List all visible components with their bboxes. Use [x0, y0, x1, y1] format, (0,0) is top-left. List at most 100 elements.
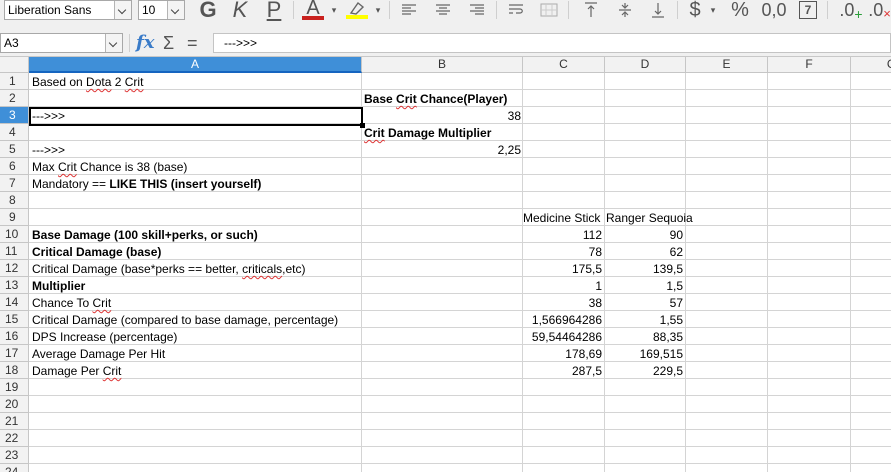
- cell-A12[interactable]: Critical Damage (base*perks == better, c…: [30, 261, 307, 278]
- row-header-24[interactable]: 24: [0, 464, 29, 472]
- row-header-1[interactable]: 1: [0, 73, 29, 90]
- row-header-18[interactable]: 18: [0, 362, 29, 379]
- row-header-7[interactable]: 7: [0, 175, 29, 192]
- number-format-button[interactable]: 0,0: [759, 0, 789, 20]
- column-header-a[interactable]: A: [29, 57, 362, 73]
- chevron-down-icon[interactable]: [167, 1, 184, 19]
- row-header-9[interactable]: 9: [0, 209, 29, 226]
- currency-format-button[interactable]: $: [684, 0, 706, 20]
- row-header-2[interactable]: 2: [0, 90, 29, 107]
- cell-D18[interactable]: 229,5: [605, 363, 685, 380]
- currency-dropdown[interactable]: ▾: [708, 0, 718, 20]
- row-header-20[interactable]: 20: [0, 396, 29, 413]
- cell-D11[interactable]: 62: [605, 244, 685, 261]
- add-decimal-button[interactable]: .0 +: [836, 0, 866, 22]
- cell-A18[interactable]: Damage Per Crit: [30, 363, 123, 380]
- column-header-b[interactable]: B: [362, 57, 523, 73]
- row-header-5[interactable]: 5: [0, 141, 29, 158]
- cell-C12[interactable]: 175,5: [523, 261, 604, 278]
- cell-D14[interactable]: 57: [605, 295, 685, 312]
- cell-C14[interactable]: 38: [523, 295, 604, 312]
- cell-D12[interactable]: 139,5: [605, 261, 685, 278]
- spreadsheet-grid[interactable]: ABCDEFG 12345678910111213141516171819202…: [0, 57, 891, 472]
- chevron-down-icon[interactable]: [114, 1, 131, 19]
- merge-cells-button[interactable]: [538, 0, 560, 20]
- cell-B4[interactable]: Crit Damage Multiplier: [362, 125, 493, 142]
- cell-D13[interactable]: 1,5: [605, 278, 685, 295]
- row-header-16[interactable]: 16: [0, 328, 29, 345]
- cell-B5[interactable]: 2,25: [362, 142, 523, 159]
- cell-B3[interactable]: 38: [362, 108, 523, 125]
- row-header-10[interactable]: 10: [0, 226, 29, 243]
- sum-button[interactable]: Σ: [163, 33, 174, 53]
- cell-A13[interactable]: Multiplier: [30, 278, 87, 295]
- cell-D16[interactable]: 88,35: [605, 329, 685, 346]
- align-right-button[interactable]: [466, 0, 488, 20]
- center-vertically-button[interactable]: [614, 0, 636, 20]
- cell-A1[interactable]: Based on Dota 2 Crit: [30, 74, 145, 91]
- column-header-f[interactable]: F: [768, 57, 851, 73]
- cell-A6[interactable]: Max Crit Chance is 38 (base): [30, 159, 189, 176]
- cell-A15[interactable]: Critical Damage (compared to base damage…: [30, 312, 340, 329]
- column-header-g[interactable]: G: [851, 57, 891, 73]
- cell-A7[interactable]: Mandatory == LIKE THIS (insert yourself): [30, 176, 263, 193]
- cell-C11[interactable]: 78: [523, 244, 604, 261]
- italic-button[interactable]: K: [228, 0, 252, 21]
- cell-A5[interactable]: --->>>: [30, 142, 67, 159]
- cell-C17[interactable]: 178,69: [523, 346, 604, 363]
- row-header-11[interactable]: 11: [0, 243, 29, 260]
- cell-A11[interactable]: Critical Damage (base): [30, 244, 163, 261]
- select-all-corner[interactable]: [0, 57, 29, 73]
- formula-input[interactable]: --->>>: [213, 33, 891, 53]
- row-header-17[interactable]: 17: [0, 345, 29, 362]
- formula-button[interactable]: =: [187, 33, 198, 53]
- bold-button[interactable]: G: [196, 0, 220, 21]
- highlight-button[interactable]: [344, 0, 370, 20]
- cell-D15[interactable]: 1,55: [605, 312, 685, 329]
- row-header-12[interactable]: 12: [0, 260, 29, 277]
- cell-C9[interactable]: Medicine Stick: [521, 210, 605, 227]
- row-header-21[interactable]: 21: [0, 413, 29, 430]
- row-header-8[interactable]: 8: [0, 192, 29, 209]
- cell-C16[interactable]: 59,54464286: [523, 329, 604, 346]
- name-box[interactable]: A3: [0, 33, 123, 53]
- column-header-d[interactable]: D: [605, 57, 686, 73]
- align-top-button[interactable]: [580, 0, 602, 20]
- font-color-dropdown[interactable]: ▾: [329, 0, 339, 20]
- function-wizard-button[interactable]: fx: [136, 33, 154, 53]
- cell-A16[interactable]: DPS Increase (percentage): [30, 329, 179, 346]
- cell-A14[interactable]: Chance To Crit: [30, 295, 113, 312]
- align-bottom-button[interactable]: [647, 0, 669, 20]
- cell-D10[interactable]: 90: [605, 227, 685, 244]
- row-header-14[interactable]: 14: [0, 294, 29, 311]
- row-header-4[interactable]: 4: [0, 124, 29, 141]
- row-header-6[interactable]: 6: [0, 158, 29, 175]
- delete-decimal-button[interactable]: .0 ×: [868, 0, 891, 20]
- underline-button[interactable]: P: [262, 0, 286, 21]
- font-size-combo[interactable]: 10: [138, 0, 185, 20]
- percent-format-button[interactable]: %: [728, 0, 752, 20]
- cell-A17[interactable]: Average Damage Per Hit: [30, 346, 167, 363]
- cell-C13[interactable]: 1: [523, 278, 604, 295]
- cell-D17[interactable]: 169,515: [605, 346, 685, 363]
- row-header-22[interactable]: 22: [0, 430, 29, 447]
- fill-handle[interactable]: [360, 123, 365, 128]
- row-header-23[interactable]: 23: [0, 447, 29, 464]
- align-center-button[interactable]: [432, 0, 454, 20]
- font-name-combo[interactable]: Liberation Sans: [4, 0, 132, 20]
- row-header-15[interactable]: 15: [0, 311, 29, 328]
- cell-B2[interactable]: Base Crit Chance(Player): [362, 91, 509, 108]
- cell-A10[interactable]: Base Damage (100 skill+perks, or such): [30, 227, 260, 244]
- cell-C10[interactable]: 112: [523, 227, 604, 244]
- wrap-text-button[interactable]: [505, 0, 527, 20]
- cell-C18[interactable]: 287,5: [523, 363, 604, 380]
- row-header-13[interactable]: 13: [0, 277, 29, 294]
- chevron-down-icon[interactable]: [105, 34, 122, 52]
- column-header-e[interactable]: E: [686, 57, 768, 73]
- row-header-19[interactable]: 19: [0, 379, 29, 396]
- align-left-button[interactable]: [398, 0, 420, 20]
- cell-D9[interactable]: Ranger Sequoia: [604, 210, 695, 227]
- row-header-3[interactable]: 3: [0, 107, 29, 124]
- date-format-button[interactable]: 7: [797, 0, 819, 20]
- font-color-button[interactable]: A: [300, 0, 326, 20]
